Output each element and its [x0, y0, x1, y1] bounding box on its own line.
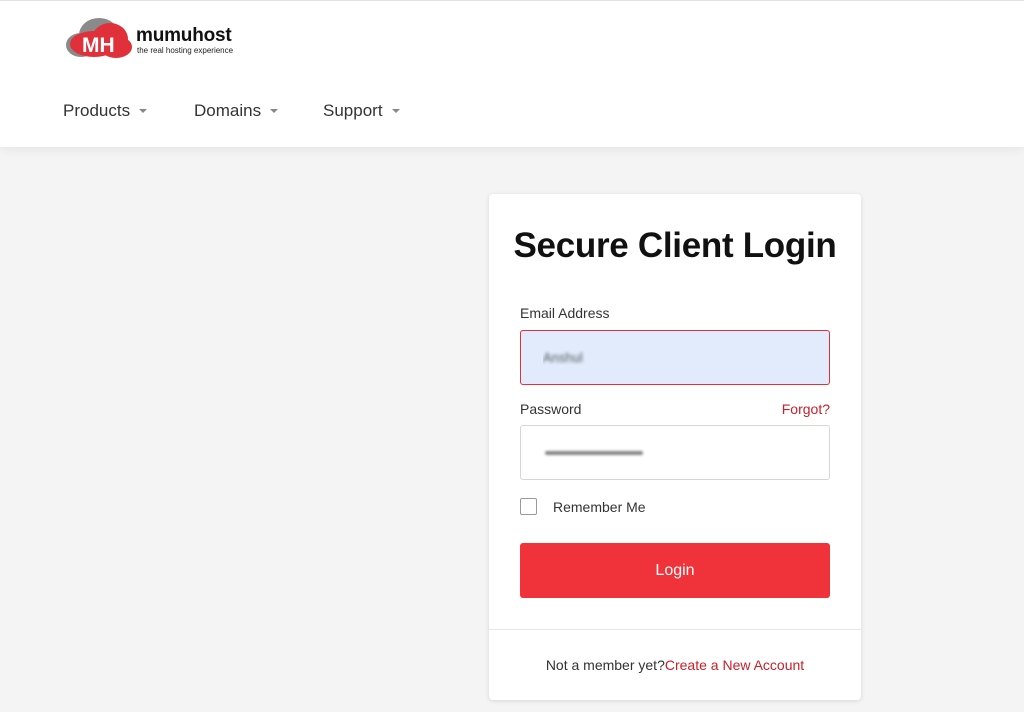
password-field[interactable]: [520, 425, 830, 480]
logo-monogram: MH: [82, 34, 115, 57]
forgot-password-link[interactable]: Forgot?: [782, 401, 830, 417]
email-field[interactable]: [520, 330, 830, 385]
caret-down-icon: [391, 109, 400, 113]
remember-me-checkbox[interactable]: [520, 498, 537, 515]
nav-item-label: Domains: [194, 101, 262, 120]
caret-down-icon: [270, 109, 279, 113]
page-title: Secure Client Login: [513, 226, 837, 265]
cloud-logo-icon: MH: [66, 18, 132, 58]
remember-me-label: Remember Me: [553, 498, 646, 515]
login-button[interactable]: Login: [520, 543, 830, 598]
password-label: Password: [520, 401, 582, 417]
caret-down-icon: [139, 109, 148, 113]
not-member-text: Not a member yet?: [545, 657, 665, 673]
remember-me-toggle[interactable]: Remember Me: [520, 498, 646, 515]
email-label: Email Address: [520, 305, 610, 321]
nav-item-support[interactable]: Support: [323, 101, 400, 121]
nav-item-label: Products: [63, 101, 131, 120]
card-divider: [489, 629, 861, 630]
brand-logo[interactable]: MH mumuhost the real hosting experience: [64, 17, 254, 59]
nav-item-domains[interactable]: Domains: [194, 101, 279, 121]
signup-prompt: Not a member yet?Create a New Account: [489, 657, 861, 673]
login-card: Secure Client Login Email Address Passwo…: [489, 194, 861, 700]
site-header: MH mumuhost the real hosting experience …: [0, 0, 1024, 147]
nav-item-products[interactable]: Products: [63, 101, 148, 121]
brand-name: mumuhost: [136, 25, 232, 46]
nav-item-label: Support: [323, 101, 383, 120]
brand-tagline: the real hosting experience: [137, 46, 234, 55]
create-account-link[interactable]: Create a New Account: [665, 657, 804, 673]
password-mask: [545, 451, 643, 455]
